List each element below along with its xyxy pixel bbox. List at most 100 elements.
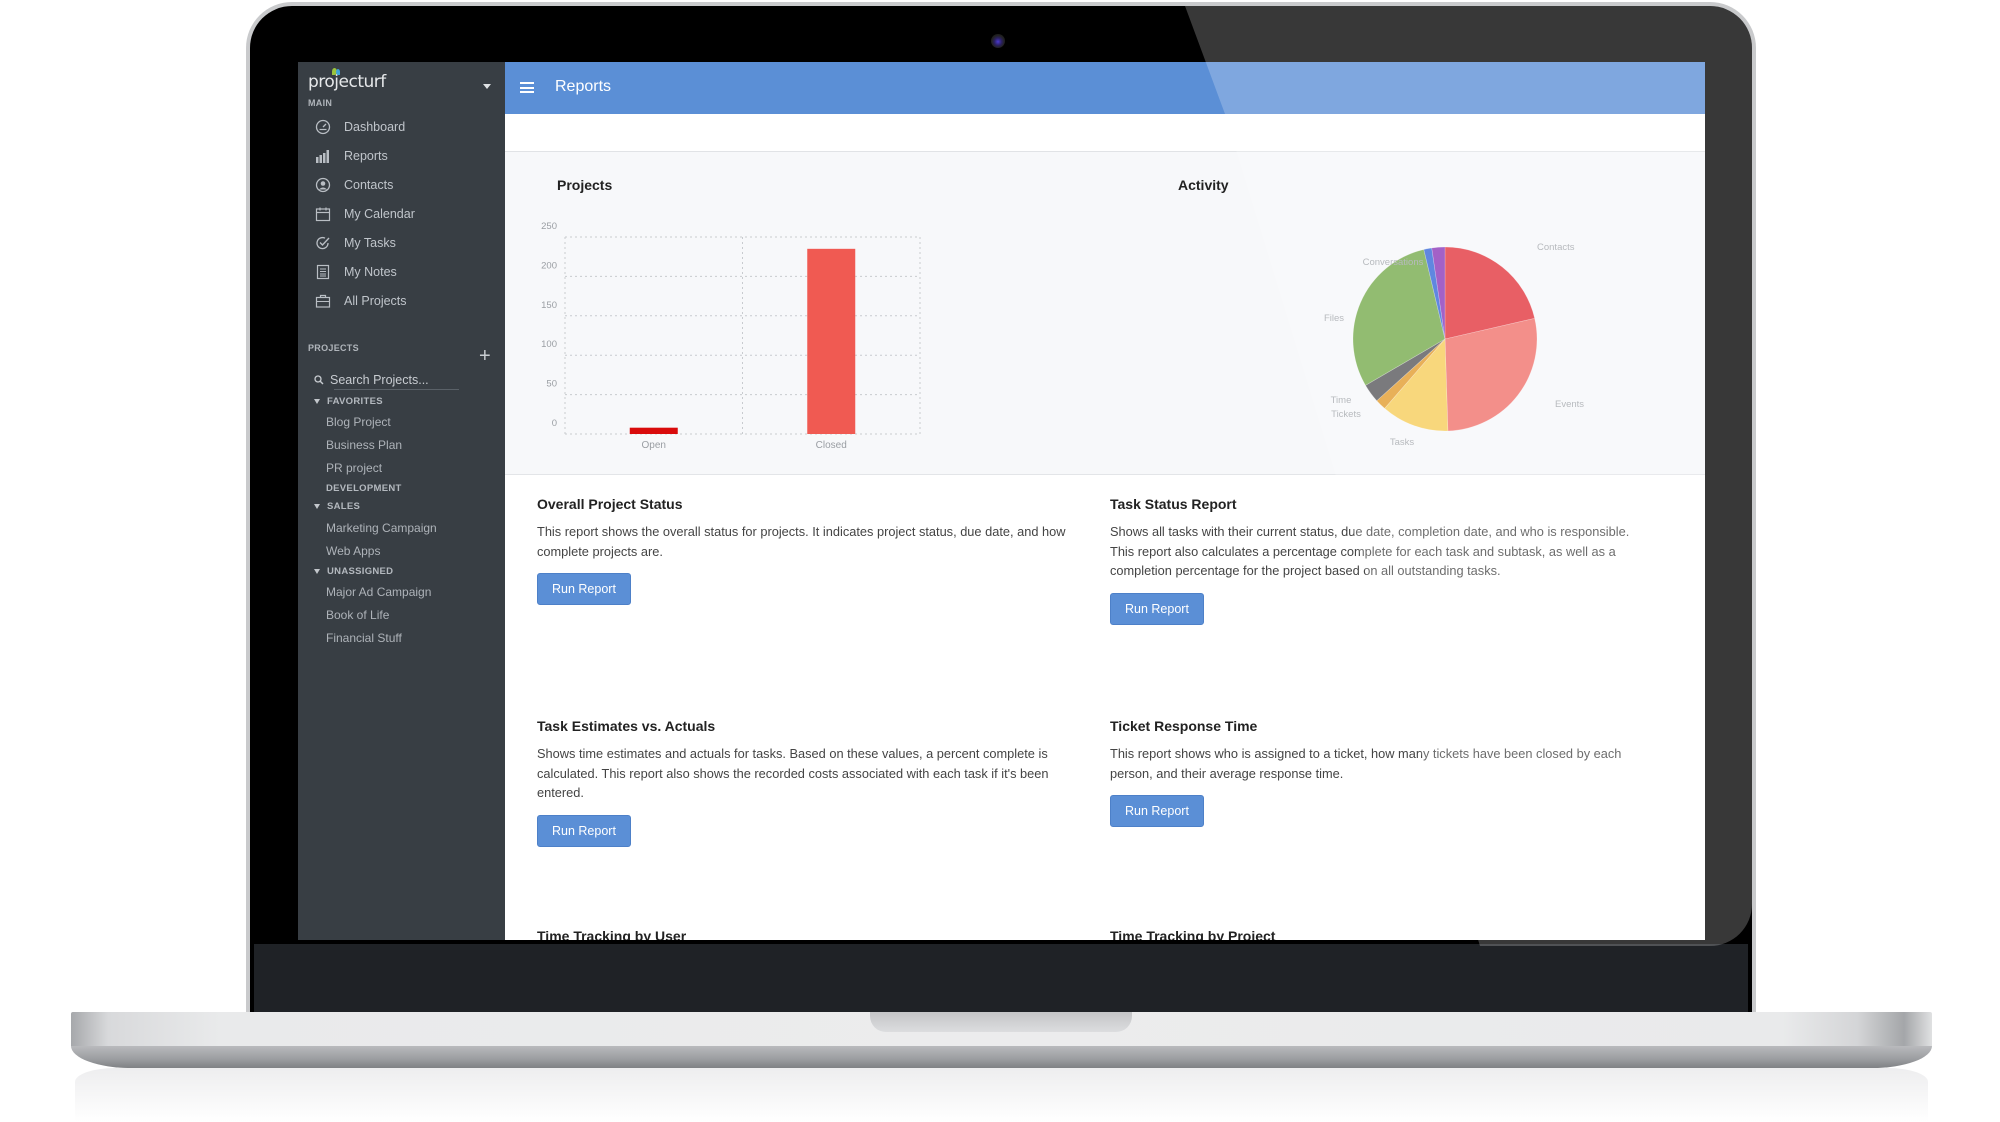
report-title: Task Status Report <box>1110 496 1237 512</box>
add-project-button[interactable]: + <box>479 346 491 366</box>
page-title: Reports <box>555 78 612 95</box>
pie-label: Conversations <box>1363 257 1424 268</box>
project-item[interactable]: Blog Project <box>326 415 391 429</box>
group-label: SALES <box>327 501 361 512</box>
report-title: Overall Project Status <box>537 496 683 512</box>
sidebar-item-my-calendar[interactable]: My Calendar <box>314 200 494 228</box>
group-label: UNASSIGNED <box>327 566 394 577</box>
group-label: DEVELOPMENT <box>326 483 402 494</box>
activity-chart-title: Activity <box>1178 177 1229 193</box>
group-sales[interactable]: SALES <box>314 501 360 512</box>
logo-leaf-icon <box>336 69 340 75</box>
contact-icon <box>314 176 332 194</box>
report-description: Shows time estimates and actuals for tas… <box>537 746 1049 800</box>
project-search <box>314 370 459 390</box>
y-tick-label: 50 <box>546 379 557 390</box>
x-tick-label: Closed <box>816 440 847 451</box>
sidebar-item-contacts[interactable]: Contacts <box>314 171 494 199</box>
calendar-icon <box>314 205 332 223</box>
menu-icon[interactable] <box>520 82 534 93</box>
camera-icon <box>991 34 1005 48</box>
sidebar-item-label: Contacts <box>344 178 394 192</box>
group-development[interactable]: DEVELOPMENT <box>326 483 402 494</box>
notes-icon <box>314 263 332 281</box>
report-card: Overall Project Status This report shows… <box>537 496 1077 605</box>
run-report-button[interactable]: Run Report <box>537 814 631 847</box>
project-item[interactable]: Financial Stuff <box>326 631 402 645</box>
bar-chart-icon <box>314 147 332 165</box>
y-tick-label: 0 <box>552 418 557 429</box>
project-item[interactable]: Business Plan <box>326 438 402 452</box>
project-item[interactable]: Book of Life <box>326 608 389 622</box>
report-card: Task Status Report Shows all tasks with … <box>1110 496 1640 625</box>
briefcase-icon <box>314 292 332 310</box>
pie-label: Tickets <box>1331 409 1361 420</box>
report-title: Time Tracking by User <box>537 928 687 940</box>
logo-text: projecturf <box>308 72 386 92</box>
sub-toolbar <box>505 114 1705 152</box>
report-description: This report shows the overall status for… <box>537 524 1066 559</box>
projects-chart-title: Projects <box>557 177 613 193</box>
report-description: This report shows who is assigned to a t… <box>1110 746 1622 781</box>
pie-label: Files <box>1324 313 1344 324</box>
sidebar-item-my-tasks[interactable]: My Tasks <box>314 229 494 257</box>
app-screen: projecturf MAIN Dashboard Reports Contac… <box>298 62 1705 940</box>
y-tick-label: 200 <box>541 260 557 271</box>
caret-down-icon <box>314 504 320 509</box>
laptop-opening-notch <box>870 1012 1132 1032</box>
report-title: Task Estimates vs. Actuals <box>537 718 716 734</box>
pie-label: Contacts <box>1537 242 1575 253</box>
sidebar-item-label: All Projects <box>344 294 407 308</box>
projects-bar-chart: 0 50 100 150 200 250 Open Closed <box>541 221 921 451</box>
activity-pie-chart: Contacts Events Tasks Tickets Time Files Conve… <box>1324 242 1584 448</box>
dashboard-icon <box>314 118 332 136</box>
search-icon <box>314 375 324 385</box>
check-circle-icon <box>314 234 332 252</box>
group-favorites[interactable]: FAVORITES <box>314 396 383 407</box>
bar-closed[interactable] <box>807 248 856 434</box>
bar-open[interactable] <box>629 427 678 434</box>
search-projects-input[interactable] <box>330 373 455 387</box>
y-tick-label: 150 <box>541 300 557 311</box>
laptop-reflection <box>75 1068 1928 1122</box>
project-item[interactable]: Major Ad Campaign <box>326 585 431 599</box>
sidebar-item-label: My Notes <box>344 265 397 279</box>
projects-section-label: PROJECTS <box>308 343 359 353</box>
y-tick-label: 100 <box>541 339 557 350</box>
laptop-chin <box>254 944 1748 1014</box>
caret-down-icon <box>314 399 320 404</box>
report-card: Ticket Response Time This report shows w… <box>1110 718 1640 827</box>
caret-down-icon <box>314 569 320 574</box>
sidebar-item-all-projects[interactable]: All Projects <box>314 287 494 315</box>
main-section-label: MAIN <box>308 98 333 108</box>
sidebar-item-label: Dashboard <box>344 120 406 134</box>
group-label: FAVORITES <box>327 396 383 407</box>
run-report-button[interactable]: Run Report <box>1110 795 1204 827</box>
sidebar-item-label: My Calendar <box>344 207 415 221</box>
logo[interactable]: projecturf <box>308 68 386 92</box>
charts-panel: Projects 0 50 100 150 200 250 Open Closed Activ… <box>505 152 1705 475</box>
report-card: Task Estimates vs. Actuals Shows time es… <box>537 718 1077 847</box>
group-unassigned[interactable]: UNASSIGNED <box>314 566 393 577</box>
report-title: Time Tracking by Project <box>1110 928 1276 940</box>
sidebar-item-reports[interactable]: Reports <box>314 142 494 170</box>
sidebar-item-my-notes[interactable]: My Notes <box>314 258 494 286</box>
laptop-base-bottom <box>71 1046 1932 1068</box>
sidebar-item-dashboard[interactable]: Dashboard <box>314 113 494 141</box>
sidebar-item-label: Reports <box>344 149 388 163</box>
sidebar: projecturf MAIN Dashboard Reports Contac… <box>298 62 505 940</box>
y-tick-label: 250 <box>541 221 557 232</box>
report-title: Ticket Response Time <box>1110 718 1258 734</box>
project-item[interactable]: Web Apps <box>326 544 380 558</box>
project-item[interactable]: PR project <box>326 461 382 475</box>
pie-label: Time <box>1331 395 1352 406</box>
search-underline <box>334 389 459 390</box>
project-item[interactable]: Marketing Campaign <box>326 521 437 535</box>
run-report-button[interactable]: Run Report <box>1110 592 1204 625</box>
run-report-button[interactable]: Run Report <box>537 573 631 605</box>
pie-label: Events <box>1555 399 1584 410</box>
top-bar: Reports <box>505 62 1705 114</box>
report-description: Shows all tasks with their current statu… <box>1110 524 1630 578</box>
account-dropdown-icon[interactable] <box>483 84 491 89</box>
pie-label: Tasks <box>1390 437 1415 448</box>
